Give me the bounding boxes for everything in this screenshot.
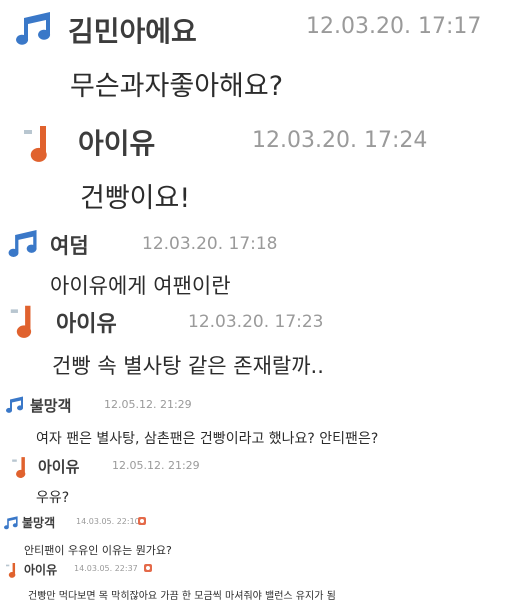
- music-note-blue-icon: [16, 12, 56, 46]
- music-note-orange-icon: [24, 124, 58, 162]
- comment-message: 건빵만 먹다보면 목 막히잖아요 가끔 한 모금씩 마셔줘야 밸런스 유지가 됨: [28, 591, 336, 602]
- comment-message: 안티팬이 우유인 이유는 뭔가요?: [24, 544, 172, 557]
- comment-date: 12.05.12. 21:29: [104, 398, 192, 411]
- comment-date: 12.03.20. 17:17: [306, 14, 482, 39]
- comment-author[interactable]: 아이유: [24, 561, 57, 578]
- music-note-blue-icon: [6, 396, 26, 414]
- comment-author[interactable]: 불망객: [30, 395, 71, 416]
- comment-message: 아이유에게 여팬이란: [50, 274, 231, 298]
- comment-author[interactable]: 여덤: [50, 230, 89, 260]
- new-badge-icon: [144, 564, 152, 572]
- comment-author[interactable]: 불망객: [22, 514, 55, 531]
- music-note-orange-icon: [6, 562, 20, 578]
- comment-date: 12.03.20. 17:23: [188, 312, 324, 332]
- music-note-blue-icon: [4, 516, 20, 530]
- comment-author[interactable]: 아이유: [56, 306, 117, 338]
- comment-author[interactable]: 아이유: [78, 122, 155, 162]
- music-note-orange-icon: [12, 456, 32, 478]
- comment-date: 12.05.12. 21:29: [112, 459, 200, 472]
- comment-message: 건빵 속 별사탕 같은 존재랄까..: [52, 354, 324, 378]
- music-note-blue-icon: [8, 230, 42, 258]
- comment-message: 무슨과자좋아해요?: [70, 71, 284, 102]
- comment-message: 건빵이요!: [80, 183, 191, 214]
- comment-message: 여자 팬은 별사탕, 삼촌팬은 건빵이라고 했나요? 안티팬은?: [36, 431, 379, 447]
- comment-date: 12.03.20. 17:18: [142, 234, 278, 254]
- comment-author[interactable]: 아이유: [38, 456, 79, 477]
- music-note-orange-icon: [10, 304, 42, 338]
- comment-date: 14.03.05. 22:10: [76, 517, 140, 526]
- comment-message: 우유?: [36, 490, 70, 506]
- new-badge-icon: [138, 517, 146, 525]
- comment-author[interactable]: 김민아에요: [68, 10, 197, 50]
- comment-date: 14.03.05. 22:37: [74, 564, 138, 573]
- comment-date: 12.03.20. 17:24: [252, 128, 428, 153]
